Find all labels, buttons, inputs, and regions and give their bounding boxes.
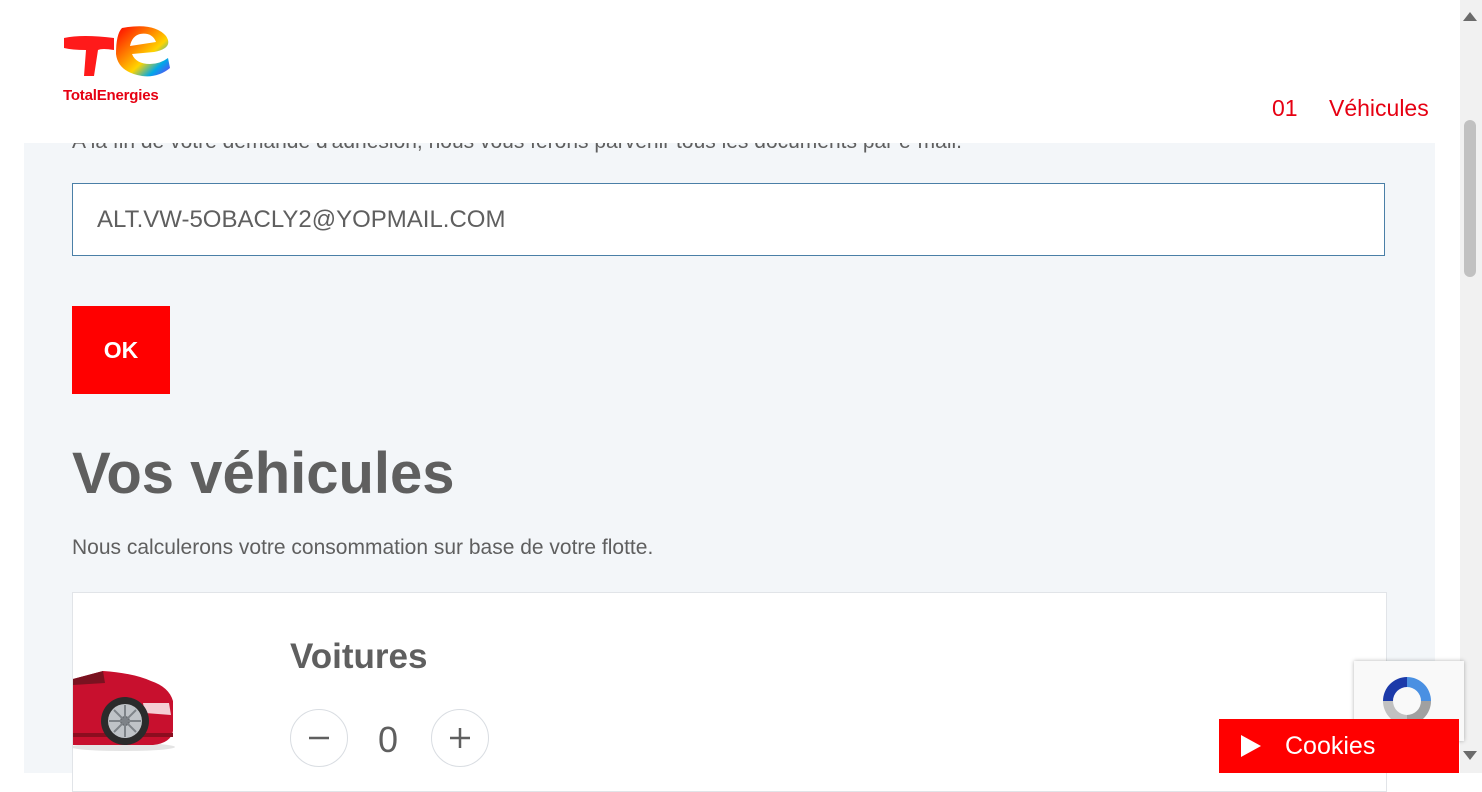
logo-text: TotalEnergies (63, 87, 159, 104)
step-number: 01 (1272, 95, 1298, 121)
site-header: TotalEnergies 01 Véhicules (0, 0, 1458, 143)
scroll-down-arrow-icon[interactable] (1463, 751, 1477, 760)
car-illustration-icon (73, 671, 175, 751)
ok-button[interactable]: OK (72, 306, 170, 394)
vehicle-card-cars: Voitures 0 (72, 592, 1387, 792)
minus-icon (309, 736, 329, 740)
vehicle-type-label: Voitures (290, 637, 428, 676)
vehicles-subtitle: Nous calculerons votre consommation sur … (72, 536, 654, 559)
vehicles-title: Vos véhicules (72, 441, 455, 506)
plus-icon (450, 728, 470, 748)
scroll-thumb[interactable] (1464, 120, 1476, 277)
quantity-value: 0 (377, 719, 399, 760)
scrollbar[interactable] (1460, 0, 1482, 773)
decrease-button[interactable] (290, 709, 348, 767)
email-field[interactable] (72, 183, 1385, 256)
cookies-label: Cookies (1285, 731, 1376, 760)
cookies-button[interactable]: Cookies (1219, 719, 1459, 773)
play-icon (1241, 735, 1261, 757)
scroll-up-arrow-icon[interactable] (1463, 12, 1477, 21)
totalenergies-logo[interactable] (62, 24, 174, 80)
step-label[interactable]: Véhicules (1329, 95, 1429, 122)
increase-button[interactable] (431, 709, 489, 767)
